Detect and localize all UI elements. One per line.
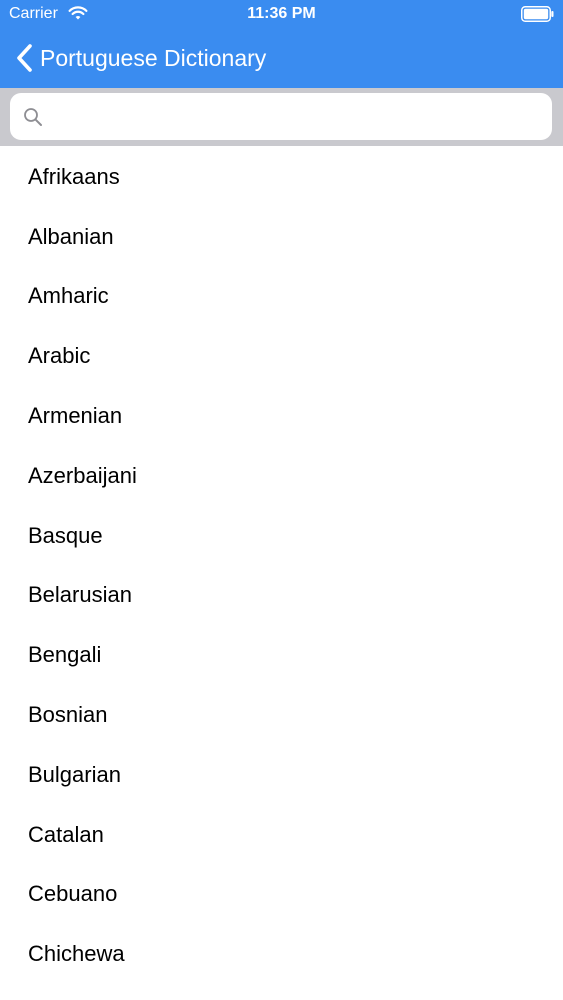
back-button[interactable]: Portuguese Dictionary [14,42,266,74]
list-item[interactable]: Bosnian [0,685,563,745]
list-item[interactable]: Amharic [0,266,563,327]
list-item[interactable]: Cebuano [0,864,563,925]
list-item[interactable]: Albanian [0,206,563,267]
list-item[interactable]: Azerbaijani [0,445,563,506]
battery-icon [521,6,554,22]
search-bar [0,88,563,146]
list-item[interactable]: Catalan [0,804,563,865]
search-field[interactable] [10,93,552,140]
list-item[interactable]: Bengali [0,625,563,686]
navigation-bar: Portuguese Dictionary [0,28,563,88]
list-item[interactable]: Bulgarian [0,744,563,805]
list-item[interactable]: Armenian [0,386,563,446]
list-item[interactable]: Afrikaans [0,147,563,207]
screen: Carrier 11:36 PM Portuguese Dictionary A… [0,0,563,1000]
search-icon [24,107,42,126]
status-time: 11:36 PM [247,5,316,22]
list-item[interactable]: Belarusian [0,565,563,626]
list-item[interactable]: Chichewa [0,924,563,985]
list-item[interactable]: Basque [0,505,563,566]
page-title: Portuguese Dictionary [40,45,267,71]
list-item[interactable]: Arabic [0,326,563,387]
search-input[interactable] [51,95,542,138]
chevron-left-icon [17,44,32,72]
status-bar: Carrier 11:36 PM [0,0,563,28]
language-list: Afrikaans Albanian Amharic Arabic Armenian Az… [0,147,563,985]
